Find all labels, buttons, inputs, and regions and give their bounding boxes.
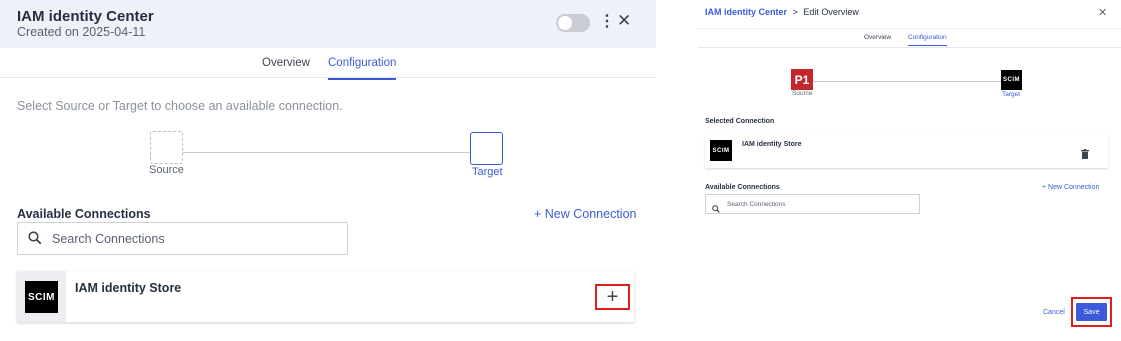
- available-connections-heading: Available Connections: [705, 184, 780, 191]
- page-subtitle: Created on 2025-04-11: [17, 25, 146, 39]
- connection-logo-box: SCIM: [17, 271, 66, 322]
- help-text: Select Source or Target to choose an ava…: [17, 99, 343, 113]
- scim-logo: SCIM: [710, 140, 732, 161]
- plus-icon: +: [606, 286, 619, 308]
- search-icon: [712, 200, 720, 218]
- connector-line: [183, 152, 470, 153]
- right-panel: IAM identity Center > Edit Overview ✕ Ov…: [698, 0, 1121, 341]
- source-logo[interactable]: P1: [791, 69, 813, 90]
- search-icon: [28, 231, 42, 250]
- search-input[interactable]: Search Connections: [705, 194, 920, 214]
- panel-header: IAM identity Center Created on 2025-04-1…: [0, 0, 656, 48]
- connection-name: IAM identity Store: [75, 281, 182, 295]
- connection-card[interactable]: SCIM IAM identity Store +: [17, 271, 634, 322]
- target-label: Target: [1002, 91, 1021, 98]
- tab-bar: Overview Configuration: [698, 29, 1121, 48]
- more-options-icon[interactable]: ⋮: [599, 13, 615, 31]
- connection-name: IAM identity Store: [742, 141, 802, 148]
- close-icon[interactable]: ✕: [617, 12, 631, 30]
- source-label: Source: [792, 90, 813, 97]
- enable-toggle[interactable]: [556, 14, 590, 32]
- source-slot[interactable]: [150, 131, 183, 164]
- breadcrumb-root-link[interactable]: IAM identity Center: [705, 7, 787, 17]
- target-slot[interactable]: [470, 132, 503, 165]
- close-icon[interactable]: ✕: [1098, 6, 1107, 19]
- tab-overview[interactable]: Overview: [262, 57, 310, 69]
- search-input[interactable]: Search Connections: [17, 222, 348, 255]
- cancel-button[interactable]: Cancel: [1043, 309, 1065, 316]
- new-connection-link[interactable]: + New Connection: [1042, 184, 1099, 191]
- search-placeholder: Search Connections: [52, 232, 165, 246]
- breadcrumb-separator: >: [792, 7, 798, 17]
- tab-overview[interactable]: Overview: [864, 34, 891, 41]
- save-button[interactable]: Save: [1076, 303, 1107, 321]
- source-label: Source: [149, 164, 184, 176]
- breadcrumb: IAM identity Center > Edit Overview: [705, 7, 859, 17]
- target-label: Target: [472, 166, 503, 178]
- available-connections-heading: Available Connections: [17, 207, 151, 221]
- tab-configuration[interactable]: Configuration: [908, 34, 947, 46]
- new-connection-link[interactable]: + New Connection: [534, 207, 637, 221]
- search-placeholder: Search Connections: [727, 201, 786, 208]
- page-title: IAM identity Center: [17, 8, 154, 25]
- save-highlight: Save: [1071, 297, 1112, 327]
- trash-icon[interactable]: [1081, 146, 1089, 164]
- breadcrumb-current: Edit Overview: [803, 7, 859, 17]
- target-logo[interactable]: SCIM: [1001, 70, 1022, 90]
- tab-configuration[interactable]: Configuration: [328, 57, 397, 80]
- selected-connection-card: SCIM IAM identity Store: [705, 134, 1108, 168]
- tab-bar: Overview Configuration: [0, 48, 656, 80]
- connector-line: [813, 81, 1001, 82]
- scim-logo: SCIM: [25, 281, 58, 313]
- add-connection-button[interactable]: +: [595, 284, 630, 310]
- selected-connection-heading: Selected Connection: [705, 118, 775, 125]
- left-panel: IAM identity Center Created on 2025-04-1…: [0, 0, 656, 341]
